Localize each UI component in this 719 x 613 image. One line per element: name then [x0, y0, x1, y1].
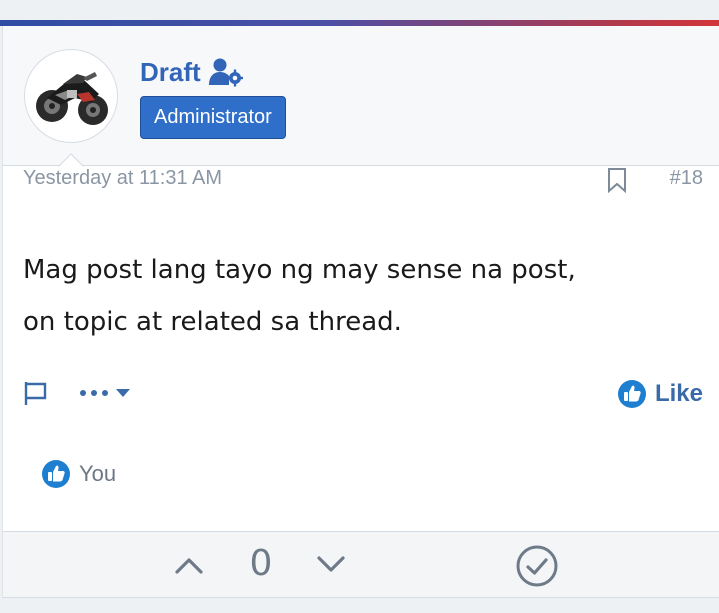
check-circle-icon[interactable] — [515, 544, 559, 588]
page: Draft Administrator Yesterday at 11:31 A… — [0, 0, 719, 613]
post-date[interactable]: Yesterday at 11:31 AM — [23, 167, 222, 190]
post-number[interactable]: #18 — [670, 167, 703, 190]
role-badge: Administrator — [140, 96, 286, 139]
more-menu[interactable] — [79, 382, 135, 404]
vote-bar: 0 — [3, 531, 719, 598]
thumbs-up-icon — [42, 460, 70, 488]
reaction-users: You — [79, 461, 117, 486]
thumbs-up-icon — [617, 380, 646, 408]
avatar[interactable] — [24, 49, 118, 143]
like-button[interactable]: Like — [617, 376, 703, 412]
chevron-down-icon[interactable] — [315, 554, 347, 576]
author-row: Draft — [140, 56, 243, 88]
post-card: Draft Administrator Yesterday at 11:31 A… — [2, 26, 719, 598]
vote-count: 0 — [249, 543, 273, 584]
caret-down-icon — [116, 389, 130, 397]
reaction-summary[interactable]: You — [41, 457, 116, 491]
message-line: on topic at related sa thread. — [23, 307, 402, 337]
author-name[interactable]: Draft — [140, 57, 201, 88]
chevron-up-icon[interactable] — [173, 554, 205, 576]
flag-icon[interactable] — [23, 380, 49, 406]
post-meta: Yesterday at 11:31 AM #18 — [23, 164, 703, 194]
user-cog-icon — [208, 58, 243, 87]
post-message: Mag post lang tayo ng may sense na post,… — [23, 244, 703, 348]
message-line: Mag post lang tayo ng may sense na post, — [23, 255, 576, 285]
bookmark-icon[interactable] — [607, 167, 627, 193]
more-dots-icon — [80, 390, 108, 396]
motorcycle-icon — [36, 72, 108, 125]
post-actions: Like — [23, 376, 703, 412]
post-author-header: Draft Administrator — [3, 26, 719, 168]
like-label: Like — [654, 380, 703, 407]
